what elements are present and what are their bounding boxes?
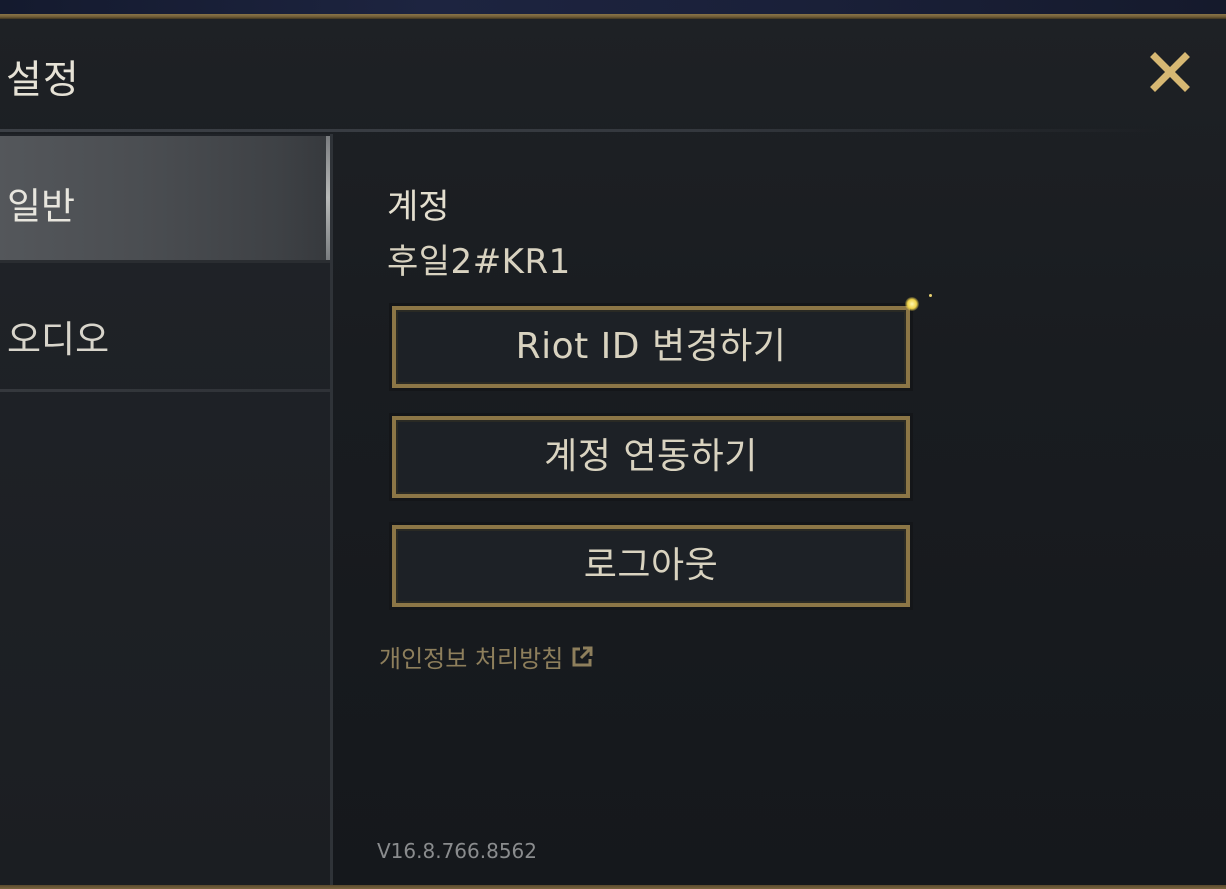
close-icon [1150, 52, 1190, 92]
settings-header: 설정 [0, 19, 1226, 132]
bottom-gold-border [0, 885, 1226, 889]
settings-panel: 설정 일반 오디오 계정 후일2#KR1 Riot ID 변경하기 계정 연동하… [0, 19, 1226, 885]
riot-id-display: 후일2#KR1 [387, 242, 571, 282]
notification-sparkle-dot [929, 294, 932, 297]
settings-sidebar: 일반 오디오 [0, 134, 330, 885]
sidebar-item-label: 일반 [7, 185, 76, 228]
external-link-icon [572, 646, 593, 666]
sidebar-divider-line [0, 260, 330, 263]
sidebar-item-general[interactable]: 일반 [0, 136, 330, 263]
sidebar-item-label: 오디오 [7, 318, 110, 361]
sidebar-item-audio[interactable]: 오디오 [0, 264, 330, 392]
notification-sparkle [905, 297, 919, 311]
logout-button[interactable]: 로그아웃 [392, 525, 910, 607]
page-title: 설정 [6, 58, 80, 103]
close-button[interactable] [1145, 47, 1195, 97]
account-section: 계정 후일2#KR1 Riot ID 변경하기 계정 연동하기 로그아웃 개인정… [333, 134, 1226, 885]
sidebar-divider-line [0, 389, 330, 392]
background-strip [0, 0, 1226, 14]
version-label: V16.8.766.8562 [377, 839, 537, 863]
section-heading: 계정 [387, 187, 450, 227]
privacy-policy-label: 개인정보 처리방침 [379, 645, 564, 673]
link-account-button[interactable]: 계정 연동하기 [392, 416, 910, 498]
header-divider [0, 129, 1160, 132]
change-riot-id-button[interactable]: Riot ID 변경하기 [392, 306, 910, 388]
privacy-policy-link[interactable]: 개인정보 처리방침 [379, 639, 595, 674]
